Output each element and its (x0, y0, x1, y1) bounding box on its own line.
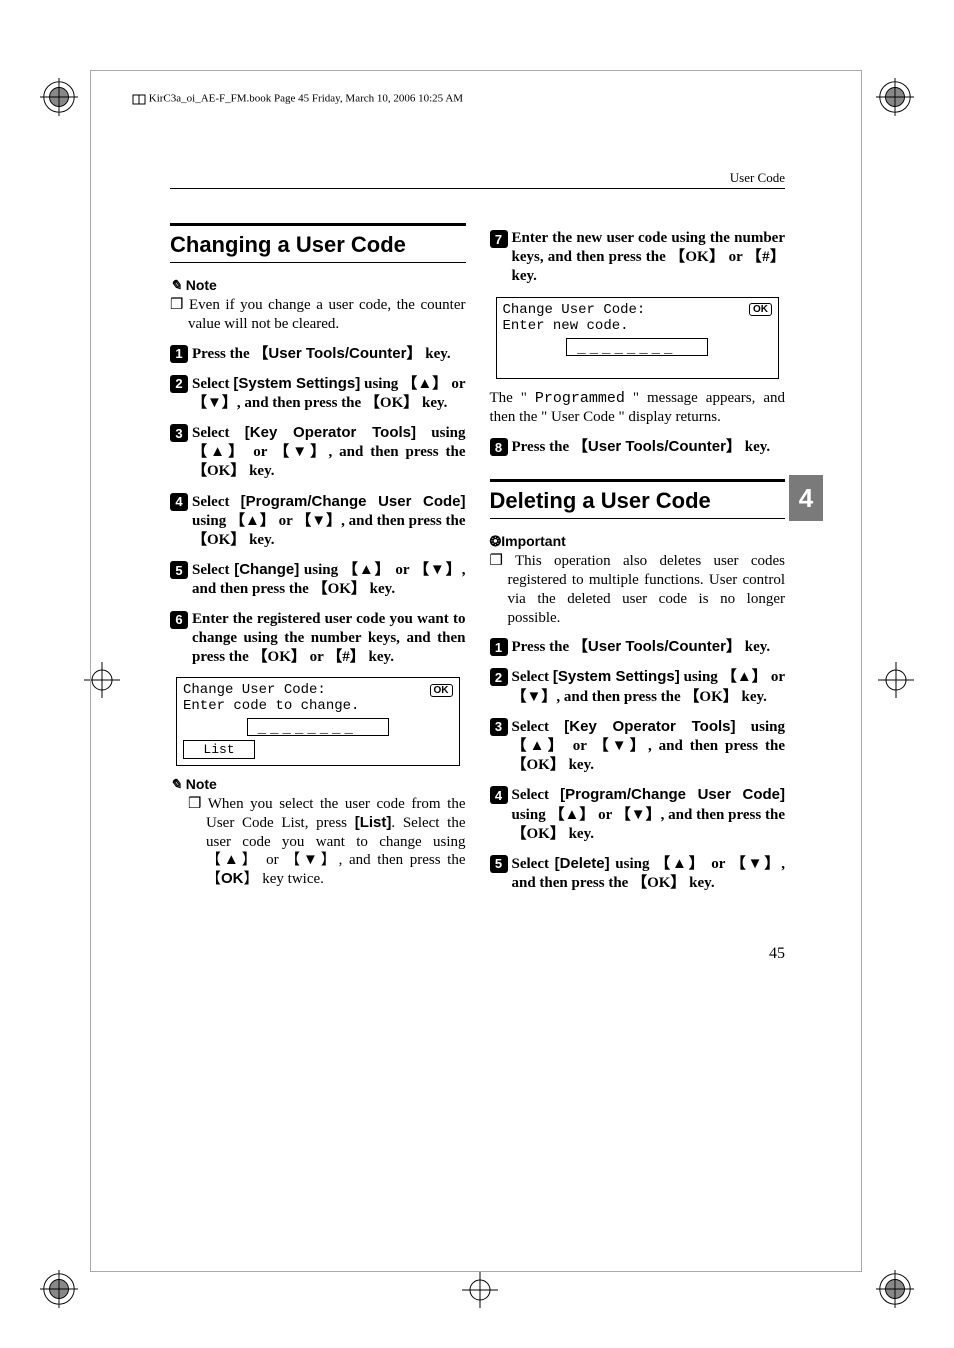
lcd-ok-icon: OK (749, 303, 772, 316)
pencil-icon: ✎ (170, 776, 182, 792)
left-column: Changing a User Code ✎Note ❒ Even if you… (170, 223, 466, 903)
page-header: User Code (170, 170, 785, 189)
lcd-display-1: Change User Code: OK Enter code to chang… (176, 677, 460, 766)
crop-mark-icon (40, 78, 78, 116)
crop-mark-icon (876, 1270, 914, 1308)
step-8: 8 Press the 【User Tools/Counter】 key. (490, 437, 786, 457)
step-number-icon: 2 (170, 375, 188, 393)
del-step-5: 5 Select [Delete] using 【▲】 or 【▼】, and … (490, 854, 786, 893)
step-number-icon: 4 (170, 493, 188, 511)
heading-deleting: Deleting a User Code (490, 484, 786, 519)
lcd-prompt: Enter new code. (503, 318, 773, 334)
crop-mark-icon (876, 78, 914, 116)
lcd-title: Change User Code: (183, 682, 326, 698)
step-6: 6 Enter the registered user code you wan… (170, 610, 466, 668)
result-text: The " Programmed " message appears, and … (490, 389, 786, 428)
lcd-ok-icon: OK (430, 684, 453, 697)
important-heading: ❂Important (490, 533, 786, 550)
step-number-icon: 1 (170, 345, 188, 363)
del-step-3: 3 Select [Key Operator Tools] using 【▲】 … (490, 717, 786, 776)
right-column: 7 Enter the new user code using the numb… (490, 223, 786, 903)
registration-mark-icon (460, 1270, 500, 1310)
crop-mark-icon (40, 1270, 78, 1308)
registration-mark-icon (876, 660, 916, 700)
book-meta-line: KirC3a_oi_AE-F_FM.book Page 45 Friday, M… (132, 92, 463, 106)
lcd-display-2: Change User Code: OK Enter new code. ___… (496, 297, 780, 379)
step-number-icon: 6 (170, 611, 188, 629)
step-2: 2 Select [System Settings] using 【▲】 or … (170, 374, 466, 413)
step-7: 7 Enter the new user code using the numb… (490, 229, 786, 287)
lcd-prompt: Enter code to change. (183, 698, 453, 714)
step-5: 5 Select [Change] using 【▲】 or 【▼】, and … (170, 560, 466, 599)
lcd-entry-field: ________ (566, 338, 708, 356)
del-step-2: 2 Select [System Settings] using 【▲】 or … (490, 667, 786, 706)
step-number-icon: 1 (490, 638, 508, 656)
important-item: ❒ This operation also deletes user codes… (490, 552, 786, 627)
step-number-icon: 7 (490, 230, 508, 248)
lcd-title: Change User Code: (503, 302, 646, 318)
pencil-icon: ✎ (170, 277, 182, 293)
del-step-4: 4 Select [Program/Change User Code] usin… (490, 785, 786, 844)
page-number: 45 (769, 945, 785, 963)
step-4: 4 Select [Program/Change User Code] usin… (170, 492, 466, 551)
step-number-icon: 8 (490, 438, 508, 456)
step-number-icon: 3 (170, 424, 188, 442)
chapter-tab: 4 (789, 475, 823, 521)
step-3: 3 Select [Key Operator Tools] using 【▲】 … (170, 423, 466, 482)
step-number-icon: 4 (490, 786, 508, 804)
book-icon (132, 92, 146, 106)
gear-icon: ❂ (490, 533, 502, 549)
page-content: User Code 4 Changing a User Code ✎Note ❒… (170, 170, 785, 903)
step-number-icon: 2 (490, 668, 508, 686)
step-number-icon: 5 (490, 855, 508, 873)
heading-changing: Changing a User Code (170, 228, 466, 263)
note-heading: ✎Note (170, 277, 466, 294)
del-step-1: 1 Press the 【User Tools/Counter】 key. (490, 637, 786, 657)
step-number-icon: 3 (490, 718, 508, 736)
note-heading: ✎Note (170, 776, 466, 793)
step-number-icon: 5 (170, 561, 188, 579)
lcd-entry-field: ________ (247, 718, 389, 736)
lcd-list-button: List (183, 740, 255, 759)
step-1: 1 Press the 【User Tools/Counter】 key. (170, 344, 466, 364)
note-item: ❒ Even if you change a user code, the co… (170, 296, 466, 334)
note-item: ❒ When you select the user code from the… (188, 795, 466, 889)
